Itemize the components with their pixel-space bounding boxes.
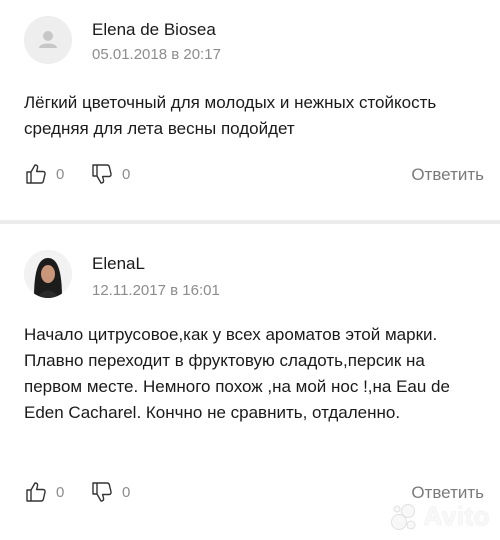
avatar[interactable] xyxy=(24,16,72,64)
like-count: 0 xyxy=(56,165,65,183)
thumbs-down-icon xyxy=(92,164,112,184)
reply-button[interactable]: Ответить xyxy=(411,165,484,185)
dislike-count: 0 xyxy=(122,483,131,501)
watermark-text: Avito xyxy=(423,501,490,531)
user-photo xyxy=(24,250,72,298)
like-button[interactable]: 0 xyxy=(24,162,64,186)
comment-date: 05.01.2018 в 20:17 xyxy=(92,46,221,63)
comment-item: Elena de Biosea 05.01.2018 в 20:17 Лёгки… xyxy=(0,0,500,220)
comment-date: 12.11.2017 в 16:01 xyxy=(92,282,220,299)
comment-author[interactable]: Elena de Biosea xyxy=(92,20,216,40)
dislike-button[interactable]: 0 xyxy=(90,162,130,186)
comment-author[interactable]: ElenaL xyxy=(92,254,145,274)
avito-logo-icon xyxy=(391,503,416,530)
comment-item: ElenaL 12.11.2017 в 16:01 Начало цитрусо… xyxy=(0,224,500,540)
user-placeholder-icon xyxy=(24,16,72,64)
dislike-count: 0 xyxy=(122,165,131,183)
thumbs-up-icon xyxy=(26,164,46,184)
thumbs-up-icon xyxy=(26,482,46,502)
comment-text: Начало цитрусовое,как у всех ароматов эт… xyxy=(24,325,450,422)
like-button[interactable]: 0 xyxy=(24,480,64,504)
comment-text: Лёгкий цветочный для молодых и нежных ст… xyxy=(24,93,437,138)
comment-actions: 0 0 Ответить xyxy=(24,162,484,190)
like-count: 0 xyxy=(56,483,65,501)
dislike-button[interactable]: 0 xyxy=(90,480,130,504)
thumbs-down-icon xyxy=(92,482,112,502)
avatar[interactable] xyxy=(24,250,72,298)
avito-watermark: Avito xyxy=(389,501,490,532)
reply-button[interactable]: Ответить xyxy=(411,483,484,503)
